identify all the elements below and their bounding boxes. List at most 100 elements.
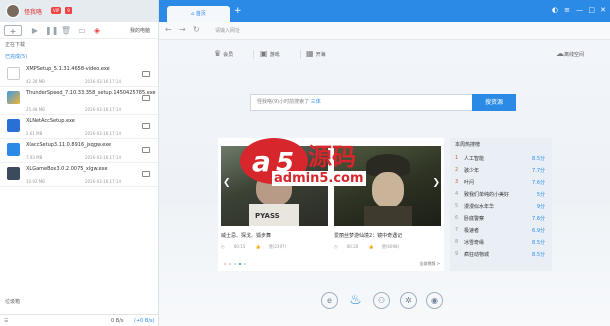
watermark-site: admin5.com	[272, 171, 366, 186]
back-icon[interactable]: ←	[165, 25, 172, 34]
delete-icon[interactable]: 🗑	[60, 25, 72, 36]
divider	[253, 50, 254, 59]
quick-links: ♛ 会员 ▣ 游戏 ▦ 开海 ☁离线空间	[159, 40, 610, 70]
quick-link-vip[interactable]: ♛ 会员	[214, 49, 233, 58]
quick-link-games[interactable]: ▣ 游戏	[260, 49, 280, 58]
search-button[interactable]: 搜资源	[472, 94, 516, 111]
device-selector[interactable]: 我的电脑	[130, 27, 150, 34]
file-size: 42.28 MB	[26, 79, 45, 84]
divider	[300, 50, 301, 59]
gamebox-icon	[7, 167, 20, 180]
file-name: XLGameBox3.0.2.0075_xlgw.exe	[26, 166, 108, 172]
video-meta: ◷ 00:20 👍 赞(6098)	[334, 244, 400, 249]
file-size: 10.92 MB	[26, 179, 45, 184]
crown-icon: ♛	[214, 49, 222, 58]
open-folder-icon[interactable]	[142, 171, 150, 177]
close-icon[interactable]: ✕	[600, 6, 606, 14]
hot-list-item[interactable]: 1 人工智能 8.5分	[450, 152, 552, 164]
search-input[interactable]: 怪我咯(9)小时前搜索了 三体	[250, 94, 473, 111]
prev-arrow-icon[interactable]: ❮	[223, 178, 231, 188]
download-item[interactable]: XMPSetup_5.1.31.4658-video.exe 42.28 MB …	[0, 63, 158, 87]
carousel-dot[interactable]	[244, 263, 246, 265]
browser-area: ⌂ 首页 + ◐ ≡ — □ ✕ ← → ↻ 请输入网址 ♛ 会员 ▣ 游戏 ▦ 开海…	[159, 0, 610, 326]
minimize-icon[interactable]: —	[576, 6, 583, 14]
user-bar: 怪我咯 VIP 9	[0, 0, 158, 22]
downloading-label[interactable]: 正在下载	[0, 39, 158, 51]
video-title[interactable]: 爱丽丝梦游仙境2：镜中奇遇记	[334, 232, 441, 239]
box-icon: ▦	[306, 49, 314, 58]
carousel-dot[interactable]	[229, 263, 231, 265]
skin-icon[interactable]: ◐	[552, 6, 558, 14]
hot-list-item[interactable]: 2 骇少年 7.7分	[450, 164, 552, 176]
username[interactable]: 怪我咯	[24, 7, 42, 16]
file-size: 2.61 MB	[26, 131, 43, 136]
refresh-icon[interactable]: ↻	[193, 25, 200, 34]
hot-list-item[interactable]: 7 极速者 6.9分	[450, 224, 552, 236]
xlacc-icon	[7, 143, 20, 156]
download-item[interactable]: XLNetAccSetup.exe 2.61 MB 2016-03-16 17:…	[0, 115, 158, 139]
hot-list-item[interactable]: 3 叶问 7.6分	[450, 176, 552, 188]
file-date: 2016-03-16 17:14	[85, 179, 122, 184]
folder-icon[interactable]: ▭	[76, 25, 88, 36]
pause-icon[interactable]: ❚❚	[45, 25, 58, 36]
tab-strip: ⌂ 首页 + ◐ ≡ — □ ✕	[159, 0, 610, 22]
tab-home[interactable]: ⌂ 首页	[167, 6, 230, 22]
download-item[interactable]: XlaccSetup3.11.0.8916_jsqgw.exe 7.93 MB …	[0, 139, 158, 163]
all-videos-link[interactable]: 全部视频 >	[419, 261, 440, 267]
file-name: XMPSetup_5.1.31.4658-video.exe	[26, 66, 110, 72]
svg-text:a: a	[252, 145, 271, 178]
open-folder-icon[interactable]	[142, 95, 150, 101]
status-bar: ☰ 0 B/s (+0 B/s)	[0, 314, 158, 326]
settings-icon[interactable]: ☰	[4, 318, 8, 324]
file-date: 2016-03-16 17:14	[85, 107, 122, 112]
vip-icon[interactable]: ◈	[91, 25, 103, 36]
recycle-bin-label[interactable]: 垃圾箱	[5, 298, 20, 305]
hot-list-item[interactable]: 4 致我们单纯的小美好 5分	[450, 188, 552, 200]
vip-badge[interactable]: VIP	[51, 7, 62, 14]
notification-badge[interactable]: 9	[65, 7, 72, 14]
file-name: XLNetAccSetup.exe	[26, 118, 75, 124]
hot-flame-icon[interactable]: ♨	[347, 292, 364, 309]
shirt-text: PYASS	[255, 212, 280, 220]
download-item[interactable]: XLGameBox3.0.2.0075_xlgw.exe 10.92 MB 20…	[0, 163, 158, 187]
open-folder-icon[interactable]	[142, 71, 150, 77]
menu-icon[interactable]: ≡	[564, 6, 570, 14]
address-bar: ← → ↻ 请输入网址	[159, 22, 610, 40]
browser-icon[interactable]: e	[321, 292, 338, 309]
tab-label: 首页	[195, 11, 206, 17]
ball-icon[interactable]: ✲	[400, 292, 417, 309]
video-meta: ◷ 00:15 👍 赞(2397)	[221, 244, 287, 249]
forward-icon[interactable]: →	[179, 25, 186, 34]
like-icon[interactable]: 👍	[369, 244, 374, 249]
file-date: 2016-03-16 17:14	[85, 79, 122, 84]
new-tab-button[interactable]: +	[234, 6, 242, 16]
quick-link-kaihai[interactable]: ▦ 开海	[306, 49, 326, 58]
thunder-icon	[7, 91, 20, 104]
next-arrow-icon[interactable]: ❯	[432, 178, 440, 188]
open-folder-icon[interactable]	[142, 123, 150, 129]
maximize-icon[interactable]: □	[588, 6, 595, 14]
video-title[interactable]: 威士忌、探戈、狐步舞	[221, 232, 328, 239]
gamepad-icon[interactable]: ⚇	[373, 292, 390, 309]
download-panel: 怪我咯 VIP 9 + ▶ ❚❚ 🗑 ▭ ◈ 我的电脑 正在下载 已完成(5) …	[0, 0, 159, 326]
avatar[interactable]	[6, 4, 20, 18]
watermark: a 5 源码 admin5.com	[238, 135, 382, 187]
offline-space-link[interactable]: ☁离线空间	[556, 49, 584, 58]
open-folder-icon[interactable]	[142, 147, 150, 153]
completed-label[interactable]: 已完成(5)	[0, 51, 158, 63]
download-item[interactable]: ThunderSpeed_7.10.33.358_setup.145042578…	[0, 87, 158, 115]
eye-icon[interactable]: ◉	[426, 292, 443, 309]
hot-list-item[interactable]: 6 卧底警察 7.6分	[450, 212, 552, 224]
carousel-dot[interactable]	[234, 263, 236, 265]
coat-shape	[364, 206, 412, 226]
like-icon[interactable]: 👍	[256, 244, 261, 249]
netacc-icon	[7, 119, 20, 132]
address-input[interactable]: 请输入网址	[215, 27, 240, 34]
start-icon[interactable]: ▶	[29, 25, 41, 36]
carousel-dot[interactable]	[239, 263, 241, 265]
new-task-button[interactable]: +	[4, 25, 22, 36]
hot-list-item[interactable]: 5 漫漫似水年华 9分	[450, 200, 552, 212]
hot-list-item[interactable]: 8 冰雪奇缘 8.5分	[450, 236, 552, 248]
hot-list-item[interactable]: 9 疯狂动物城 8.5分	[450, 248, 552, 260]
carousel-dot[interactable]	[224, 263, 226, 265]
